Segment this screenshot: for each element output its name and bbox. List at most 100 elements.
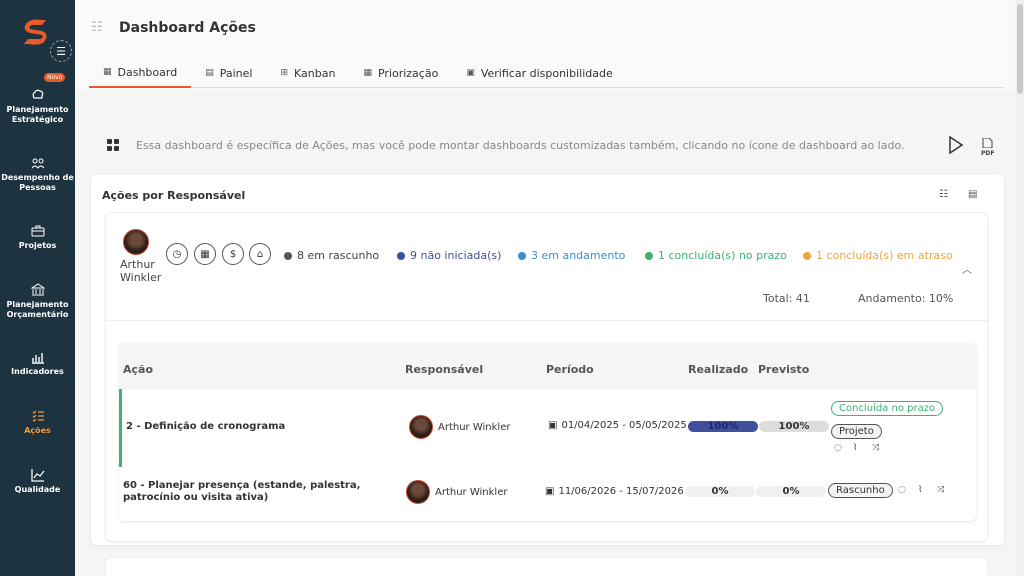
- dashboard-icon: ▦: [103, 67, 112, 77]
- sidebar-item-label: Projetos: [18, 241, 57, 250]
- tab-label: Dashboard: [117, 65, 178, 79]
- status-done-late[interactable]: 1 concluída(s) em atraso: [803, 249, 953, 262]
- grid-icon[interactable]: ▦: [194, 243, 216, 265]
- status-dot: [518, 251, 526, 260]
- status-badge: Concluída no prazo: [831, 401, 944, 416]
- shuffle-icon[interactable]: ⤨: [872, 443, 879, 453]
- page-title: Dashboard Ações: [119, 20, 256, 36]
- tab-dashboard[interactable]: ▦ Dashboard: [89, 58, 192, 88]
- tab-label: Kanban: [294, 66, 336, 80]
- tab-verificar-disponibilidade[interactable]: ▣ Verificar disponibilidade: [452, 58, 626, 88]
- sidebar-item-desempenho-pessoas[interactable]: Desempenho de Pessoas: [0, 156, 75, 193]
- owner-name: Arthur Winkler: [435, 486, 508, 498]
- dollar-icon[interactable]: $: [222, 243, 244, 265]
- card-title: Ações por Responsável: [102, 189, 246, 202]
- status-not-started[interactable]: 9 não iniciada(s): [397, 249, 501, 262]
- tab-kanban[interactable]: ⊞ Kanban: [266, 58, 349, 88]
- status-done-on-time[interactable]: 1 concluída(s) no prazo: [645, 249, 787, 262]
- list-view-icon[interactable]: ☷: [939, 189, 948, 200]
- table-view-icon[interactable]: ▤: [968, 189, 977, 200]
- attachment-icon[interactable]: ⌇: [918, 485, 922, 495]
- tab-label: Verificar disponibilidade: [480, 66, 613, 80]
- dashboard-grid-icon[interactable]: [107, 139, 119, 151]
- chevron-up-icon[interactable]: ︿: [962, 261, 972, 276]
- realized-progress-bar: 100%: [688, 421, 758, 432]
- info-text: Essa dashboard é específica de Ações, ma…: [136, 139, 905, 152]
- shuffle-icon[interactable]: ⤨: [937, 485, 944, 495]
- panel-icon: ▤: [205, 68, 214, 78]
- comment-icon[interactable]: ◌: [898, 485, 906, 495]
- sidebar-item-planejamento-orcamentario[interactable]: Planejamento Orçamentário: [0, 283, 75, 320]
- tab-label: Priorização: [377, 66, 439, 80]
- play-icon[interactable]: [948, 136, 964, 154]
- divider: [106, 320, 989, 321]
- column-header-realizado[interactable]: Realizado: [688, 363, 748, 376]
- status-draft[interactable]: 8 em rascunho: [284, 249, 379, 262]
- app-logo[interactable]: [18, 14, 54, 50]
- status-dot: [397, 251, 405, 260]
- tab-priorizacao[interactable]: ▦ Priorização: [349, 58, 452, 88]
- actions-table: Ação Responsável Período Realizado Previ…: [119, 343, 976, 521]
- calendar-icon: ▣: [466, 68, 475, 78]
- pdf-label: PDF: [981, 150, 995, 157]
- sidebar-item-label: Desempenho de Pessoas: [1, 173, 74, 192]
- status-in-progress[interactable]: 3 em andamento: [518, 249, 625, 262]
- kanban-icon: ⊞: [280, 68, 288, 78]
- sidebar: ☰ Novo Planejamento Estratégico Desempen…: [0, 0, 75, 576]
- table-row[interactable]: 2 - Definição de cronograma Arthur Winkl…: [119, 389, 976, 467]
- sidebar-item-projetos[interactable]: Projetos: [0, 224, 75, 251]
- menu-toggle-button[interactable]: ☰: [50, 40, 72, 62]
- status-dot: [803, 251, 811, 260]
- column-header-periodo[interactable]: Período: [546, 363, 594, 376]
- sidebar-item-planejamento-estrategico[interactable]: Planejamento Estratégico: [0, 88, 75, 125]
- avatar: [409, 415, 433, 439]
- period-text: 01/04/2025 - 05/05/2025: [561, 420, 687, 431]
- scrollbar-thumb[interactable]: [1017, 4, 1023, 94]
- tag-badge[interactable]: Projeto: [831, 424, 882, 439]
- strategy-icon: [32, 89, 43, 99]
- attachment-icon[interactable]: ⌇: [853, 443, 857, 453]
- avatar: [406, 480, 430, 504]
- status-dot: [645, 251, 653, 260]
- status-label: 3 em andamento: [531, 249, 626, 262]
- period-cell: ▣ 11/06/2026 - 15/07/2026: [545, 486, 684, 497]
- person-panel: Arthur Winkler ◷ ▦ $ ⌂ 8 em rascunho 9 n…: [105, 212, 989, 542]
- table-header: Ação Responsável Período Realizado Previ…: [119, 343, 976, 389]
- action-title[interactable]: 2 - Definição de cronograma: [126, 421, 285, 432]
- column-header-previsto[interactable]: Previsto: [758, 363, 809, 376]
- table-row[interactable]: 60 - Planejar presença (estande, palestr…: [119, 467, 976, 517]
- planned-progress-bar: 100%: [759, 421, 829, 432]
- header: ☷ Dashboard Ações ▦ Dashboard ▤ Painel ⊞…: [75, 0, 1015, 90]
- bank-icon[interactable]: ⌂: [249, 243, 271, 265]
- priority-icon: ▦: [363, 68, 372, 78]
- column-header-responsavel[interactable]: Responsável: [405, 363, 483, 376]
- bar-chart-icon: [31, 353, 44, 364]
- period-cell: ▣ 01/04/2025 - 05/05/2025: [548, 420, 687, 431]
- line-chart-icon: [30, 469, 44, 482]
- calendar-icon: ▣: [545, 486, 555, 497]
- status-label: 8 em rascunho: [297, 249, 380, 262]
- progress-value: 100%: [778, 421, 810, 432]
- action-title[interactable]: 60 - Planejar presença (estande, palestr…: [123, 480, 408, 504]
- progress-value: 100%: [707, 421, 739, 432]
- status-dot: [284, 251, 292, 260]
- sidebar-item-qualidade[interactable]: Qualidade: [0, 468, 75, 495]
- progress-value: 0%: [782, 486, 800, 497]
- avatar: [123, 229, 149, 255]
- tab-bar: ▦ Dashboard ▤ Painel ⊞ Kanban ▦ Prioriza…: [89, 58, 1004, 88]
- tab-painel[interactable]: ▤ Painel: [191, 58, 266, 88]
- clock-icon[interactable]: ◷: [166, 243, 188, 265]
- column-header-acao[interactable]: Ação: [123, 363, 153, 376]
- realized-progress-bar: 0%: [685, 486, 755, 497]
- comment-icon[interactable]: ◌: [834, 443, 842, 453]
- pdf-export-icon[interactable]: PDF: [981, 137, 995, 157]
- bank-icon: [30, 283, 45, 296]
- people-icon: [31, 158, 44, 169]
- tag-badge[interactable]: Rascunho: [828, 483, 893, 498]
- sidebar-item-acoes[interactable]: Ações: [0, 409, 75, 436]
- sidebar-item-indicadores[interactable]: Indicadores: [0, 350, 75, 377]
- sidebar-item-label: Ações: [24, 426, 51, 435]
- list-icon: [32, 410, 44, 422]
- progress-value: 0%: [711, 486, 729, 497]
- next-person-panel: [105, 557, 988, 576]
